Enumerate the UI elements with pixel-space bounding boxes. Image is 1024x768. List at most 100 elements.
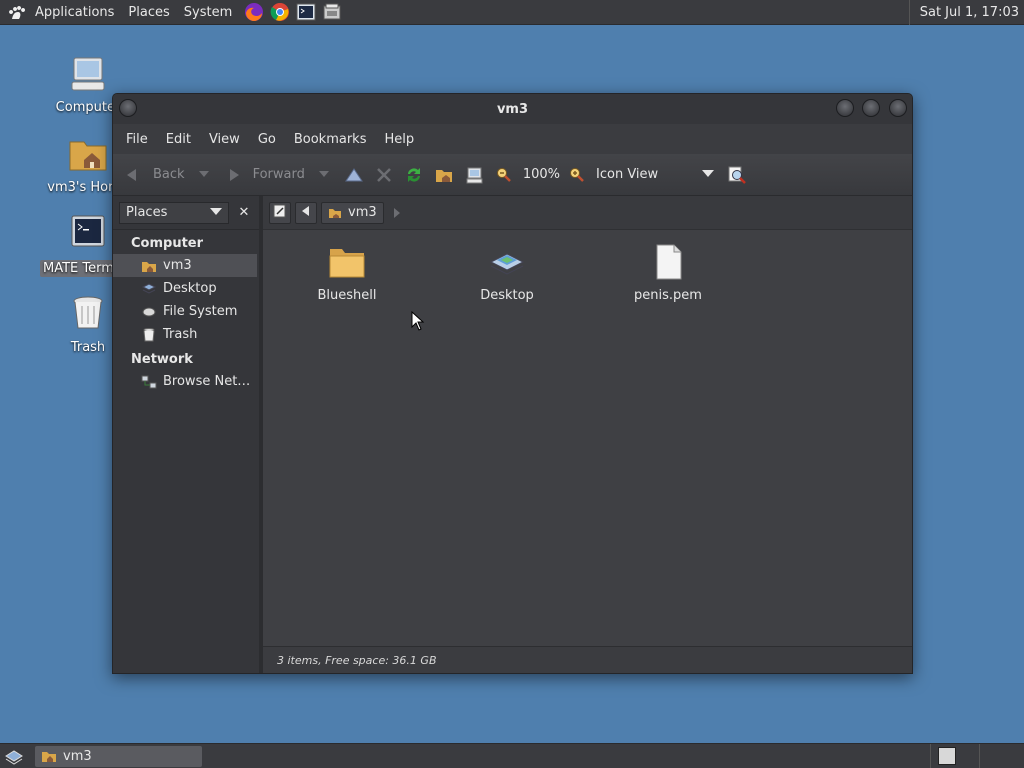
- up-arrow-icon: [343, 164, 365, 186]
- file-manager-launcher-icon[interactable]: [321, 1, 343, 23]
- file-item-desktop[interactable]: Desktop: [447, 242, 567, 303]
- stop-button[interactable]: [373, 164, 395, 186]
- top-panel: Applications Places System Sat Jul 1, 17…: [0, 0, 1024, 25]
- window-body: Places ✕ Computer vm3 Desktop File Syste…: [113, 196, 912, 673]
- zoom-out-button[interactable]: [493, 164, 515, 186]
- desktop-folder-icon: [487, 242, 527, 282]
- home-folder-icon: [66, 132, 110, 176]
- up-button[interactable]: [343, 164, 365, 186]
- sidebar-item-file-system[interactable]: File System: [113, 300, 259, 323]
- computer-icon: [66, 52, 110, 96]
- window-title: vm3: [496, 101, 529, 117]
- back-button[interactable]: Back: [121, 164, 185, 186]
- menu-help[interactable]: Help: [375, 132, 423, 147]
- main-pane: vm3 Blueshell Desktop penis.pem 3 items,…: [263, 196, 912, 673]
- places-menu[interactable]: Places: [121, 0, 176, 24]
- view-mode-combo[interactable]: Icon View: [596, 167, 715, 182]
- pathbar: vm3: [263, 196, 912, 230]
- zoom-in-icon: [566, 164, 588, 186]
- back-arrow-icon: [121, 164, 143, 186]
- home-folder-icon: [328, 206, 342, 220]
- sidebar-item-trash[interactable]: Trash: [113, 323, 259, 346]
- file-view[interactable]: Blueshell Desktop penis.pem: [263, 230, 912, 646]
- file-name: Blueshell: [317, 288, 377, 303]
- workspace-divider: [930, 744, 931, 768]
- path-scroll-left-button[interactable]: [295, 201, 317, 224]
- sidebar-item-browse-network[interactable]: Browse Net…: [113, 370, 259, 393]
- forward-button[interactable]: Forward: [223, 164, 305, 186]
- menu-file[interactable]: File: [117, 132, 157, 147]
- drive-icon: [141, 304, 157, 320]
- menu-view[interactable]: View: [200, 132, 249, 147]
- statusbar: 3 items, Free space: 36.1 GB: [263, 646, 912, 673]
- menu-go[interactable]: Go: [249, 132, 285, 147]
- sidebar-item-label: vm3: [163, 258, 192, 273]
- taskbar-item-label: vm3: [63, 748, 92, 764]
- sidebar: Places ✕ Computer vm3 Desktop File Syste…: [113, 196, 263, 673]
- maximize-button[interactable]: [862, 99, 880, 117]
- show-desktop-icon[interactable]: [4, 747, 24, 768]
- sidebar-section-network: Network: [131, 352, 193, 367]
- taskbar-item-vm3[interactable]: vm3: [35, 745, 202, 767]
- home-folder-icon: [41, 748, 57, 764]
- firefox-launcher-icon[interactable]: [243, 1, 265, 23]
- window-menu-button[interactable]: [119, 99, 137, 117]
- workspace-divider: [979, 744, 980, 768]
- file-name: Desktop: [480, 288, 534, 303]
- applications-menu[interactable]: Applications: [28, 0, 121, 24]
- stop-x-icon: [373, 164, 395, 186]
- mouse-cursor-icon: [411, 310, 425, 335]
- zoom-in-button[interactable]: [566, 164, 588, 186]
- document-icon: [648, 242, 688, 282]
- search-icon: [726, 164, 748, 186]
- clock[interactable]: Sat Jul 1, 17:03: [908, 0, 1024, 25]
- sidebar-section-computer: Computer: [131, 236, 204, 251]
- chevron-left-icon: [302, 205, 310, 220]
- window-titlebar[interactable]: vm3: [113, 94, 912, 124]
- menu-bookmarks[interactable]: Bookmarks: [285, 132, 376, 147]
- trash-icon: [66, 292, 110, 336]
- mate-foot-icon[interactable]: [6, 1, 28, 23]
- search-button[interactable]: [726, 164, 748, 186]
- computer-button[interactable]: [463, 164, 485, 186]
- path-segment-vm3[interactable]: vm3: [321, 201, 384, 224]
- minimize-button[interactable]: [836, 99, 854, 117]
- computer-icon: [463, 164, 485, 186]
- sidebar-item-label: Browse Net…: [163, 374, 251, 389]
- home-button[interactable]: [433, 164, 455, 186]
- sidebar-selector-label: Places: [126, 205, 168, 220]
- reload-button[interactable]: [403, 164, 425, 186]
- sidebar-selector[interactable]: Places: [119, 201, 229, 224]
- chrome-launcher-icon[interactable]: [269, 1, 291, 23]
- forward-arrow-icon: [223, 164, 245, 186]
- zoom-out-icon: [493, 164, 515, 186]
- back-history-dropdown[interactable]: [193, 164, 215, 186]
- home-folder-icon: [433, 164, 455, 186]
- zoom-level[interactable]: 100%: [523, 167, 560, 182]
- sidebar-item-label: Desktop: [163, 281, 217, 296]
- terminal-icon: [66, 212, 110, 256]
- file-manager-window: vm3 File Edit View Go Bookmarks Help Bac…: [112, 93, 913, 674]
- sidebar-close-icon[interactable]: ✕: [235, 205, 253, 220]
- menubar: File Edit View Go Bookmarks Help: [113, 124, 912, 154]
- chevron-down-icon: [702, 167, 715, 182]
- sidebar-item-label: File System: [163, 304, 238, 319]
- system-menu[interactable]: System: [177, 0, 239, 24]
- chevron-down-icon: [193, 164, 215, 186]
- terminal-launcher-icon[interactable]: [295, 1, 317, 23]
- location-toggle-button[interactable]: [269, 201, 291, 224]
- workspace-1[interactable]: [938, 747, 956, 765]
- close-button[interactable]: [889, 99, 907, 117]
- menu-edit[interactable]: Edit: [157, 132, 200, 147]
- sidebar-item-desktop[interactable]: Desktop: [113, 277, 259, 300]
- home-folder-icon: [141, 258, 157, 274]
- forward-history-dropdown[interactable]: [313, 164, 335, 186]
- folder-icon: [327, 242, 367, 282]
- chevron-right-icon[interactable]: [393, 207, 400, 218]
- file-item-blueshell[interactable]: Blueshell: [287, 242, 407, 303]
- sidebar-item-vm3[interactable]: vm3: [113, 254, 257, 277]
- file-name: penis.pem: [634, 288, 702, 303]
- top-menu: Applications Places System: [28, 0, 239, 24]
- network-icon: [141, 374, 157, 390]
- file-item-penis-pem[interactable]: penis.pem: [608, 242, 728, 303]
